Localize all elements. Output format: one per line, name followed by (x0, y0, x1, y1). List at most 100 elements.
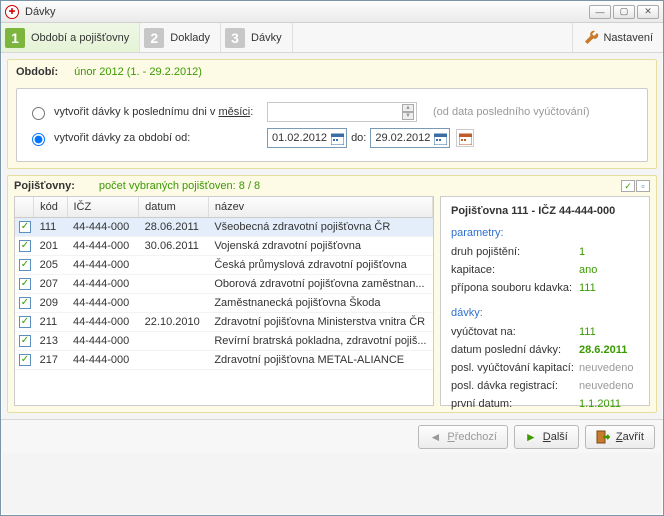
cell-nazev: Zdravotní pojišťovna METAL-ALIANCE (208, 350, 432, 369)
insurers-count: počet vybraných pojišťoven: 8 / 8 (99, 180, 260, 192)
date-from-input[interactable]: 01.02.2012 (267, 128, 347, 148)
row-checkbox[interactable] (19, 240, 31, 252)
detail-row: posl. dávka registrací:neuvedeno (451, 377, 639, 395)
wizard-step-3[interactable]: 3 Dávky (221, 23, 293, 52)
wizard-toolbar: 1 Období a pojišťovny 2 Doklady 3 Dávky … (1, 23, 663, 53)
table-row[interactable]: 21144-444-00022.10.2010Zdravotní pojišťo… (15, 312, 433, 331)
radio-range-label: vytvořit dávky za období od: (54, 132, 190, 144)
cell-icz: 44-444-000 (67, 274, 139, 293)
table-row[interactable]: 20944-444-000Zaměstnanecká pojišťovna Šk… (15, 293, 433, 312)
step-label: Období a pojišťovny (31, 32, 129, 44)
radio-month-end[interactable]: vytvořit dávky k poslednímu dni v měsíci… (27, 104, 267, 120)
minimize-button[interactable]: — (589, 5, 611, 19)
insurers-table[interactable]: kód IČZ datum název 11144-444-00028.06.2… (14, 196, 434, 406)
cell-icz: 44-444-000 (67, 293, 139, 312)
door-exit-icon (596, 430, 610, 444)
titlebar[interactable]: ✚ Dávky — ▢ ✕ (1, 1, 663, 23)
cell-nazev: Zdravotní pojišťovna Ministerstva vnitra… (208, 312, 432, 331)
detail-row: první datum:1.1.2011 (451, 395, 639, 413)
row-checkbox[interactable] (19, 316, 31, 328)
table-row[interactable]: 21344-444-000Revírní bratrská pokladna, … (15, 331, 433, 350)
row-checkbox[interactable] (19, 221, 31, 233)
detail-val: ano (579, 261, 639, 279)
detail-key: kapitace: (451, 261, 495, 279)
insurers-label: Pojišťovny: (14, 180, 75, 192)
date-to-label: do: (351, 132, 366, 144)
detail-key: druh pojištění: (451, 243, 520, 261)
calendar-dialog-button[interactable] (456, 129, 474, 147)
date-from-value: 01.02.2012 (272, 132, 327, 144)
cell-kod: 205 (34, 255, 67, 274)
col-kod[interactable]: kód (34, 197, 67, 217)
month-select[interactable]: ▲ ▼ (267, 102, 417, 122)
table-row[interactable]: 20544-444-000 Česká průmyslová zdravotní … (15, 255, 433, 274)
detail-row: kapitace: ano (451, 261, 639, 279)
detail-row: druh pojištění:1 (451, 243, 639, 261)
detail-key: přípona souboru kdavka: (451, 279, 572, 297)
table-row[interactable]: 21744-444-000 Zdravotní pojišťovna METAL-… (15, 350, 433, 369)
cell-kod: 201 (34, 236, 67, 255)
month-hint: (od data posledního vyúčtování) (433, 106, 590, 118)
spin-down-icon[interactable]: ▼ (402, 112, 414, 120)
col-datum[interactable]: datum (139, 197, 209, 217)
cell-kod: 211 (34, 312, 67, 331)
close-label: Zavřít (616, 431, 644, 443)
detail-row: posl. vyúčtování kapitací:neuvedeno (451, 359, 639, 377)
table-row[interactable]: 20744-444-000Oborová zdravotní pojišťovn… (15, 274, 433, 293)
cell-datum: 28.06.2011 (139, 217, 209, 236)
next-label: Další (543, 431, 568, 443)
select-all-button[interactable]: ✓ (621, 180, 635, 192)
date-to-input[interactable]: 29.02.2012 (370, 128, 450, 148)
row-checkbox[interactable] (19, 297, 31, 309)
col-nazev[interactable]: název (208, 197, 432, 217)
detail-params-head: parametry: (451, 227, 639, 239)
row-checkbox[interactable] (19, 259, 31, 271)
detail-row: přípona souboru kdavka: 111 (451, 279, 639, 297)
radio-range[interactable]: vytvořit dávky za období od: (27, 130, 267, 146)
cell-nazev: Česká průmyslová zdravotní pojišťovna (208, 255, 432, 274)
window-title: Dávky (25, 6, 587, 18)
detail-key: posl. dávka registrací: (451, 377, 558, 395)
date-to-value: 29.02.2012 (375, 132, 430, 144)
insurer-detail: Pojišťovna 111 - IČZ 44-444-000 parametr… (440, 196, 650, 406)
spin-up-icon[interactable]: ▲ (402, 104, 414, 112)
wizard-step-2[interactable]: 2 Doklady (140, 23, 221, 52)
row-checkbox[interactable] (19, 278, 31, 290)
table-row[interactable]: 20144-444-00030.06.2011Vojenská zdravotn… (15, 236, 433, 255)
calendar-icon[interactable] (434, 132, 447, 145)
detail-val: 1.1.2011 (579, 395, 639, 413)
deselect-all-button[interactable]: ▫ (636, 180, 650, 192)
detail-key: posl. vyúčtování kapitací: (451, 359, 574, 377)
table-header-row[interactable]: kód IČZ datum název (15, 197, 433, 217)
prev-label: Předchozí (447, 431, 497, 443)
cell-icz: 44-444-000 (67, 350, 139, 369)
calendar-icon[interactable] (331, 132, 344, 145)
col-icz[interactable]: IČZ (67, 197, 139, 217)
cell-datum: 30.06.2011 (139, 236, 209, 255)
row-checkbox[interactable] (19, 354, 31, 366)
row-checkbox[interactable] (19, 335, 31, 347)
settings-button[interactable]: Nastavení (572, 23, 663, 52)
maximize-button[interactable]: ▢ (613, 5, 635, 19)
cell-datum (139, 274, 209, 293)
radio-range-input[interactable] (32, 133, 45, 146)
radio-month-label-word: měsíci (218, 106, 250, 118)
app-icon: ✚ (5, 5, 19, 19)
cell-kod: 213 (34, 331, 67, 350)
detail-row: vyúčtovat na:111 (451, 323, 639, 341)
cell-kod: 111 (34, 217, 67, 236)
detail-val: 111 (579, 279, 639, 297)
cell-kod: 217 (34, 350, 67, 369)
step-number: 3 (225, 28, 245, 48)
window: ✚ Dávky — ▢ ✕ 1 Období a pojišťovny 2 Do… (0, 0, 664, 516)
cell-datum (139, 350, 209, 369)
radio-month-end-input[interactable] (32, 107, 45, 120)
next-button[interactable]: ► Další (514, 425, 579, 449)
close-window-button[interactable]: ✕ (637, 5, 659, 19)
close-button[interactable]: Zavřít (585, 425, 655, 449)
table-row[interactable]: 11144-444-00028.06.2011Všeobecná zdravot… (15, 217, 433, 236)
step-number: 1 (5, 28, 25, 48)
wizard-step-1[interactable]: 1 Období a pojišťovny (1, 23, 140, 52)
prev-button[interactable]: ◄ Předchozí (418, 425, 507, 449)
cell-icz: 44-444-000 (67, 255, 139, 274)
